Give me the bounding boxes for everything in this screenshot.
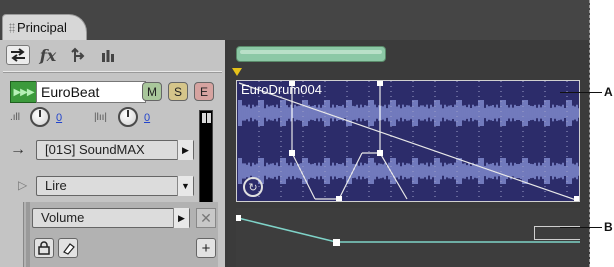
track-view-toolbar: fx [6, 44, 120, 66]
envelope-point[interactable] [236, 215, 241, 221]
input-arrow-icon: → [10, 141, 26, 158]
pan-icon: |lıı| [94, 112, 107, 123]
playhead-marker-icon[interactable] [232, 68, 242, 76]
clip-envelope-segment [238, 82, 579, 201]
timeline-area: EuroDrum004 ↻ [228, 40, 590, 267]
volume-pan-row: .ıll 0 |lıı| 0 [10, 106, 210, 132]
input-row: → [01S] SoundMAX ▶ [10, 140, 196, 162]
tab-grip-icon[interactable] [9, 23, 15, 33]
automation-mode-label: Lire [45, 178, 67, 193]
automation-parameter-label: Volume [41, 210, 85, 225]
meter-peak-left [202, 113, 206, 123]
clip-name: EuroDrum004 [241, 82, 322, 97]
clip-envelope-point[interactable] [377, 81, 383, 86]
multitrack-editor: Principal fx ▶▶▶ EuroBeat M S E .ıll 0 |… [0, 0, 590, 267]
pan-value[interactable]: 0 [144, 112, 150, 124]
toolbar-divider [3, 71, 222, 73]
track-name-field[interactable]: EuroBeat [36, 81, 146, 103]
scrollbar-highlight [240, 50, 382, 54]
callout-line-b [560, 227, 602, 228]
automation-lane[interactable] [236, 208, 580, 267]
volume-knob[interactable] [30, 107, 50, 127]
expand-triangle-icon[interactable]: ▷ [18, 178, 27, 192]
eraser-icon[interactable] [58, 238, 78, 258]
callout-b: B [604, 220, 613, 234]
close-icon[interactable]: ✕ [196, 208, 216, 228]
waveform-channel [238, 100, 579, 126]
automation-mode-select[interactable]: Lire ▼ [36, 176, 194, 196]
track-activity-icon[interactable]: ▶▶▶ [10, 81, 36, 103]
automation-parameter-select[interactable]: Volume ▶ [32, 208, 190, 228]
sends-icon[interactable] [66, 45, 90, 65]
meter-peak-right [207, 113, 211, 123]
add-lane-button[interactable]: + [196, 238, 216, 258]
clip-envelope-point[interactable] [574, 196, 580, 202]
volume-envelope[interactable] [236, 208, 580, 267]
chevron-down-icon: ▼ [177, 176, 193, 196]
eq-bars-icon[interactable] [96, 45, 120, 65]
lane-selection-box [534, 226, 580, 240]
effects-button[interactable]: fx [36, 45, 60, 65]
mute-button[interactable]: M [142, 82, 162, 101]
callout-a: A [604, 85, 613, 99]
clip-envelope-point[interactable] [289, 150, 295, 156]
in-out-arrows-icon[interactable] [6, 45, 30, 65]
callout-line-a [560, 92, 602, 93]
tab-label: Principal [17, 20, 67, 35]
volume-value[interactable]: 0 [56, 112, 62, 124]
tab-principal[interactable]: Principal [2, 14, 87, 40]
clip-envelope-point[interactable] [377, 150, 383, 156]
input-device-select[interactable]: [01S] SoundMAX ▶ [36, 140, 194, 160]
solo-button[interactable]: S [168, 82, 188, 101]
chevron-right-icon: ▶ [177, 140, 193, 160]
waveform-channel [238, 158, 579, 184]
chevron-right-icon: ▶ [173, 208, 189, 228]
clip-waveform [238, 81, 580, 202]
volume-ramp-icon: .ıll [10, 112, 20, 123]
clip-envelope-point[interactable] [336, 196, 342, 202]
timeline-scrollbar[interactable] [236, 46, 386, 62]
envelope-point[interactable] [333, 239, 340, 246]
pan-knob[interactable] [118, 107, 138, 127]
automation-mode-row: ▷ Lire ▼ [10, 176, 196, 198]
audio-clip[interactable]: EuroDrum004 ↻ [236, 80, 580, 202]
loop-icon[interactable]: ↻ [243, 177, 263, 197]
panel-tab-bar: Principal [0, 0, 590, 40]
automation-lane-controls: Volume ▶ ✕ + [23, 202, 218, 267]
track-controls-panel: fx ▶▶▶ EuroBeat M S E .ıll 0 |lıı| 0 → [… [0, 40, 225, 267]
lane-grip[interactable] [26, 202, 30, 267]
input-device-label: [01S] SoundMAX [45, 142, 145, 157]
lock-icon[interactable] [34, 238, 54, 258]
record-arm-button[interactable]: E [194, 82, 214, 101]
